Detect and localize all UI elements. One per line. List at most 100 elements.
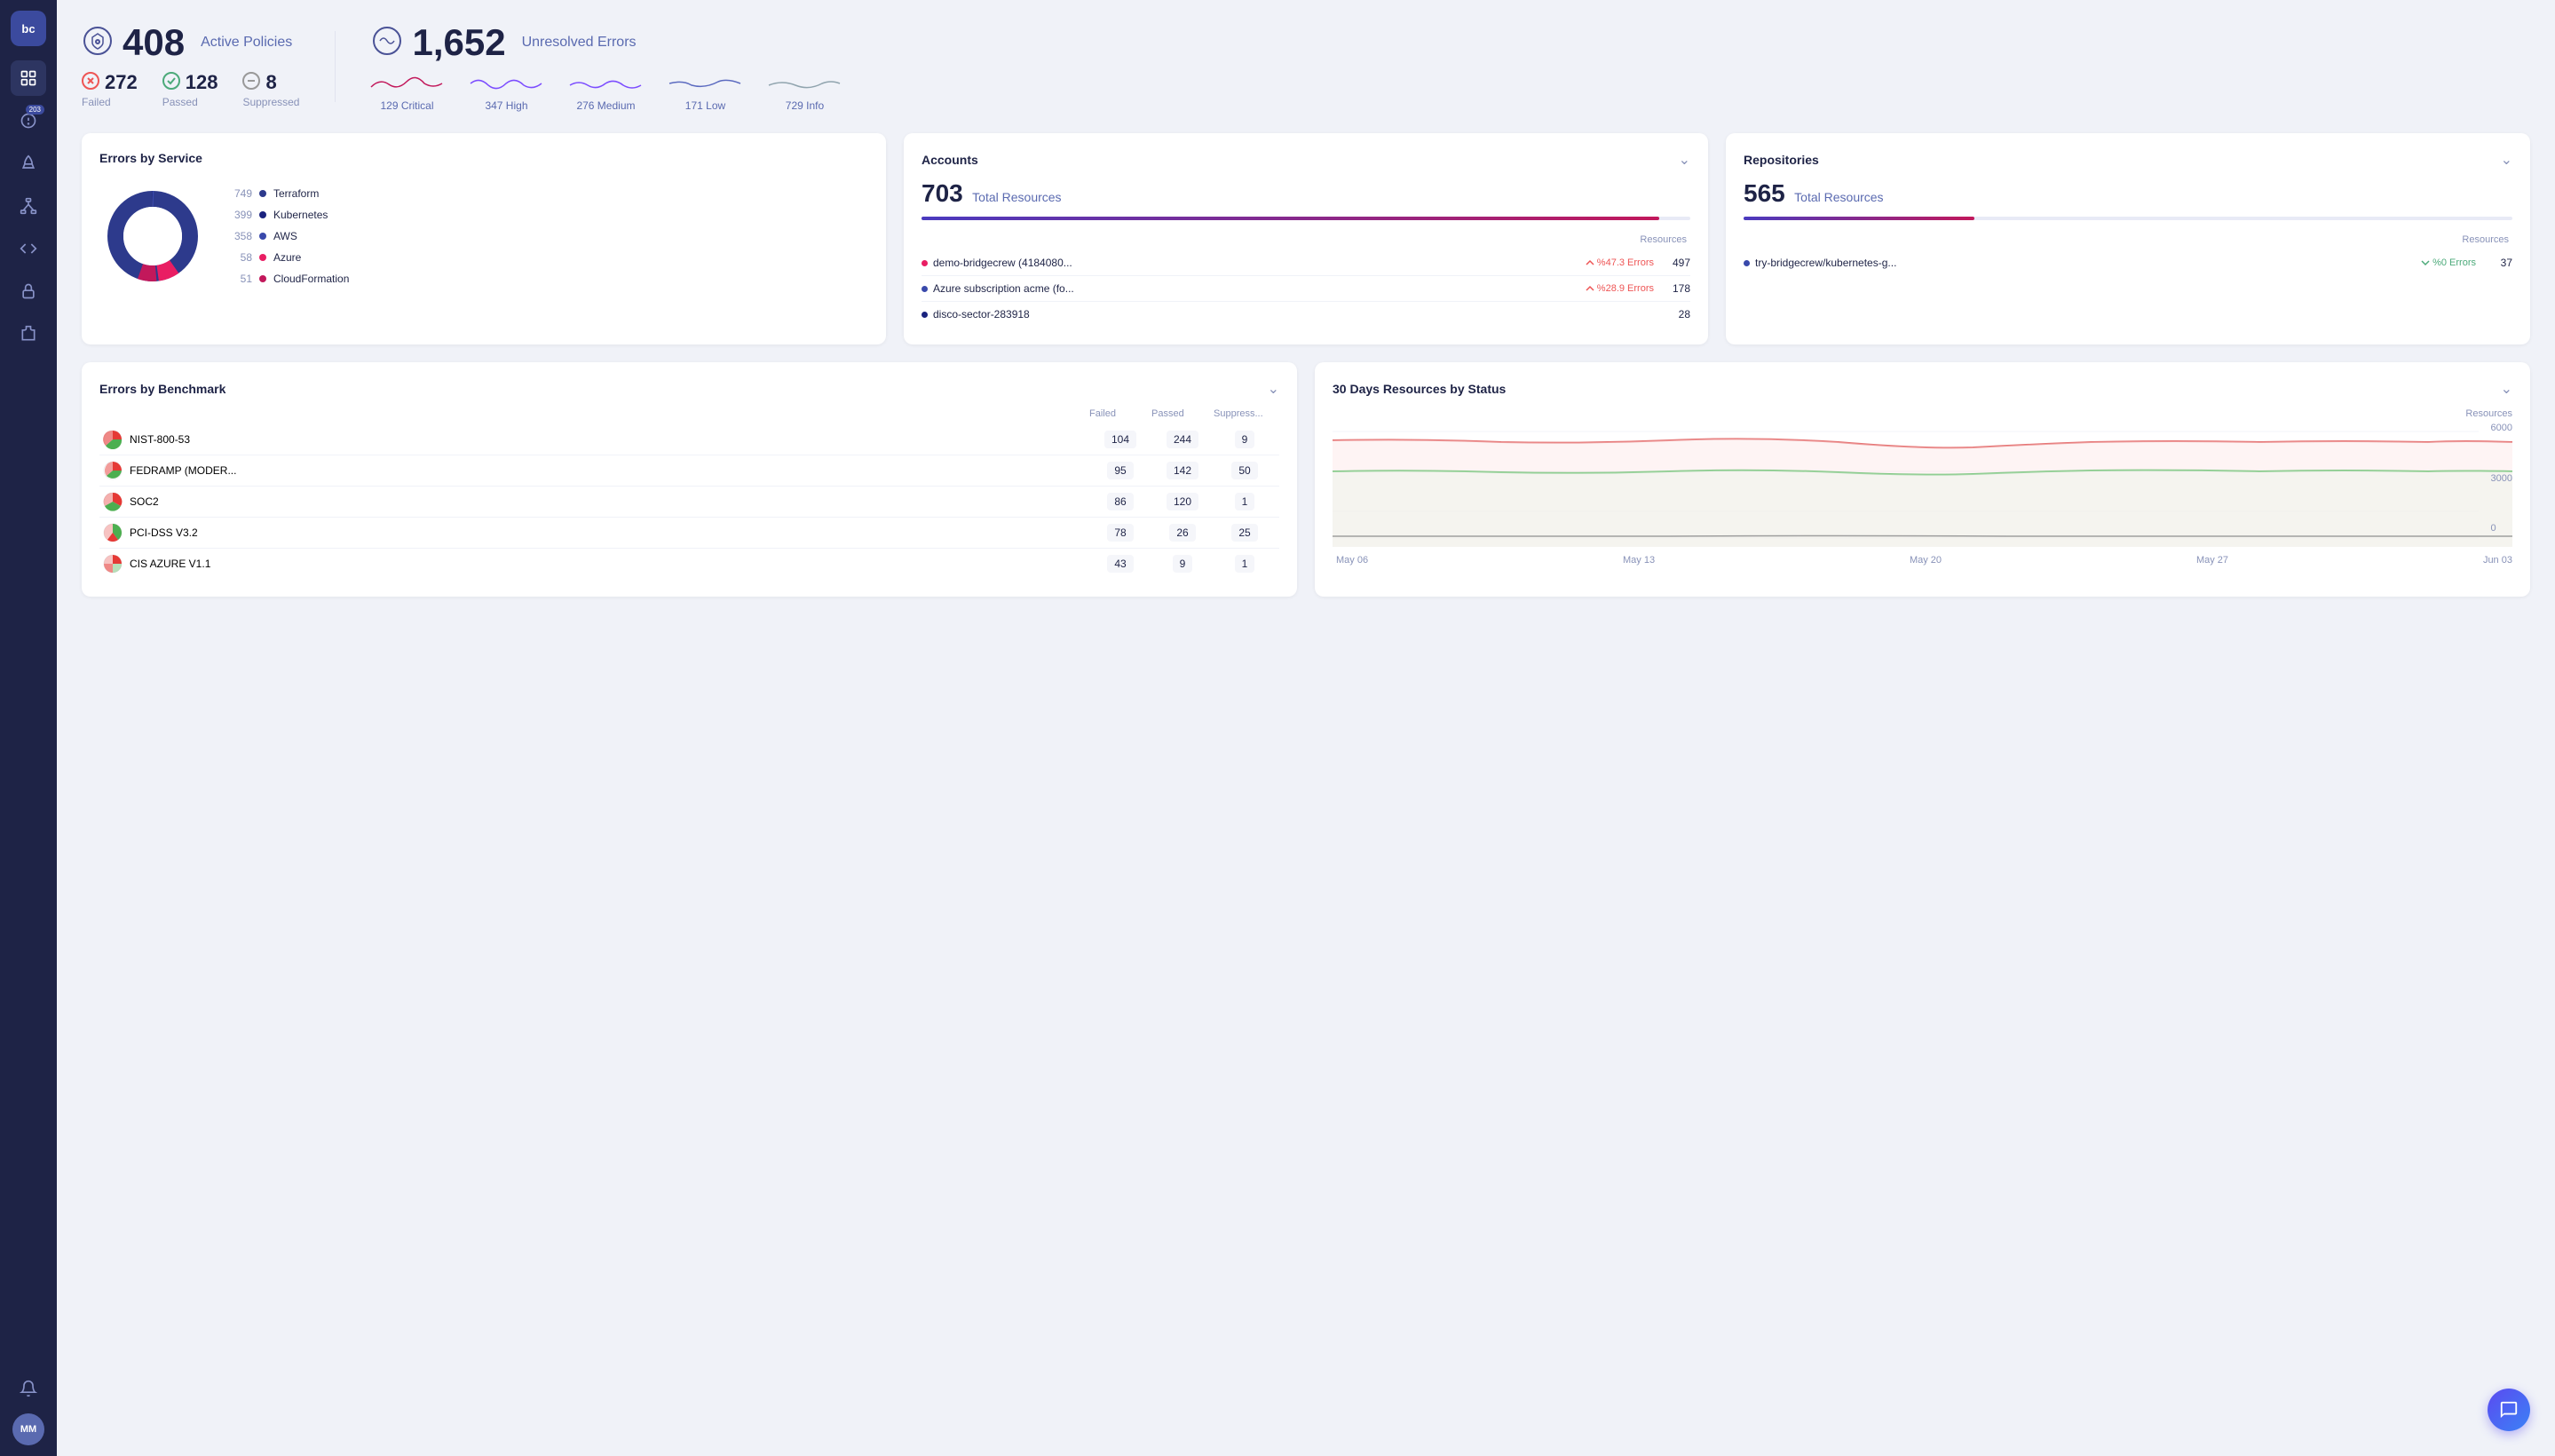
fedramp-failed: 95	[1107, 462, 1133, 479]
x-label-1: May 13	[1623, 555, 1655, 566]
repos-resources-header: Resources	[2462, 234, 2509, 245]
sidebar-item-alerts[interactable]: 203	[11, 103, 46, 138]
resources-status-label: Resources	[1333, 408, 2512, 419]
sidebar-item-bell[interactable]	[11, 1371, 46, 1406]
account-row-2[interactable]: disco-sector-283918 28	[922, 302, 1690, 327]
sidebar-item-rocket[interactable]	[11, 146, 46, 181]
nist-failed: 104	[1104, 431, 1136, 448]
accounts-total-row: 703 Total Resources	[922, 179, 1690, 208]
x-label-3: May 27	[2196, 555, 2228, 566]
legend-kubernetes: 399 Kubernetes	[227, 209, 349, 221]
suppressed-stat: 8 Suppressed	[242, 71, 299, 108]
medium-label: 276 Medium	[576, 99, 635, 112]
account-row-1[interactable]: Azure subscription acme (fo... %28.9 Err…	[922, 276, 1690, 302]
y-label-3000: 3000	[2491, 473, 2512, 484]
suppress-icon	[242, 72, 260, 94]
stat-divider	[335, 31, 336, 102]
nist-passed: 244	[1167, 431, 1198, 448]
low-label: 171 Low	[685, 99, 725, 112]
cis-passed: 9	[1173, 555, 1193, 573]
repositories-card: Repositories ⌄ 565 Total Resources Resou…	[1726, 133, 2530, 344]
fedramp-passed: 142	[1167, 462, 1198, 479]
sidebar-item-network[interactable]	[11, 188, 46, 224]
user-avatar[interactable]: MM	[12, 1413, 44, 1445]
repo-row-0[interactable]: try-bridgecrew/kubernetes-g... %0 Errors…	[1744, 250, 2512, 275]
azure-count: 58	[227, 251, 252, 264]
policies-count: 408	[123, 21, 185, 64]
repos-chevron[interactable]: ⌄	[2501, 151, 2512, 169]
aws-dot	[259, 233, 266, 240]
benchmark-row-cis[interactable]: CIS AZURE V1.1 43 9 1	[99, 549, 1279, 579]
benchmark-row-pci[interactable]: PCI-DSS V3.2 78 26 25	[99, 518, 1279, 549]
app-logo[interactable]: bc	[11, 11, 46, 46]
suppressed-count: 8	[265, 71, 276, 94]
chart-y-labels: 6000 3000 0	[2491, 423, 2512, 534]
errors-service-title: Errors by Service	[99, 151, 202, 165]
terraform-label: Terraform	[273, 187, 319, 200]
account-count-0: 497	[1659, 257, 1690, 269]
critical-label: 129 Critical	[380, 99, 433, 112]
cards-row-1: Errors by Service	[82, 133, 2530, 344]
azure-dot	[259, 254, 266, 261]
donut-legend: 749 Terraform 399 Kubernetes 358 AWS	[227, 187, 349, 285]
pci-icon	[103, 523, 123, 542]
x-label-2: May 20	[1910, 555, 1942, 566]
repos-table-header: Resources	[1744, 234, 2512, 245]
pci-suppressed: 25	[1231, 524, 1257, 542]
soc2-passed: 120	[1167, 493, 1198, 510]
account-dot-0	[922, 260, 928, 266]
pci-name: PCI-DSS V3.2	[130, 526, 198, 539]
severity-row: 129 Critical 347 High 276 Medium	[371, 71, 840, 112]
line-chart-container: 6000 3000 0	[1333, 423, 2512, 551]
cf-count: 51	[227, 273, 252, 285]
legend-azure: 58 Azure	[227, 251, 349, 264]
errors-icon	[371, 25, 403, 61]
pass-icon	[162, 72, 180, 94]
benchmark-col-suppressed: Suppress...	[1214, 408, 1276, 419]
sidebar-item-lock[interactable]	[11, 273, 46, 309]
medium-severity: 276 Medium	[570, 71, 641, 112]
alert-badge: 203	[26, 105, 44, 115]
cis-icon	[103, 554, 123, 574]
accounts-resources-header: Resources	[1640, 234, 1687, 245]
repos-progress-track	[1744, 217, 2512, 220]
account-row-0[interactable]: demo-bridgecrew (4184080... %47.3 Errors…	[922, 250, 1690, 276]
chart-x-labels: May 06 May 13 May 20 May 27 Jun 03	[1333, 555, 2512, 566]
repos-title: Repositories	[1744, 153, 1819, 167]
accounts-chevron[interactable]: ⌄	[1679, 151, 1690, 169]
accounts-total-label: Total Resources	[972, 190, 1061, 204]
terraform-dot	[259, 190, 266, 197]
account-name-0: demo-bridgecrew (4184080...	[933, 257, 1580, 269]
sidebar-item-dashboard[interactable]	[11, 60, 46, 96]
failed-stat: 272 Failed	[82, 71, 138, 108]
benchmark-col-passed: Passed	[1151, 408, 1214, 419]
resources-chevron[interactable]: ⌄	[2501, 380, 2512, 398]
repos-total: 565	[1744, 179, 1785, 207]
low-severity: 171 Low	[669, 71, 740, 112]
repo-count-0: 37	[2481, 257, 2512, 269]
repo-errors-0: %0 Errors	[2421, 257, 2476, 268]
benchmark-row-nist[interactable]: NIST-800-53 104 244 9	[99, 424, 1279, 455]
repos-total-row: 565 Total Resources	[1744, 179, 2512, 208]
cf-label: CloudFormation	[273, 273, 349, 285]
soc2-suppressed: 1	[1235, 493, 1255, 510]
failed-count: 272	[105, 71, 138, 94]
benchmark-card: Errors by Benchmark ⌄ Failed Passed Supp…	[82, 362, 1297, 597]
fedramp-suppressed: 50	[1231, 462, 1257, 479]
benchmark-title: Errors by Benchmark	[99, 382, 225, 396]
benchmark-row-soc2[interactable]: SOC2 86 120 1	[99, 487, 1279, 518]
benchmark-chevron[interactable]: ⌄	[1268, 380, 1279, 398]
cards-row-2: Errors by Benchmark ⌄ Failed Passed Supp…	[82, 362, 2530, 597]
benchmark-row-fedramp[interactable]: FEDRAMP (MODER... 95 142 50	[99, 455, 1279, 487]
errors-by-service-card: Errors by Service	[82, 133, 886, 344]
sidebar-item-puzzle[interactable]	[11, 316, 46, 352]
errors-label: Unresolved Errors	[522, 35, 637, 51]
errors-block: 1,652 Unresolved Errors 129 Critical 347…	[371, 21, 840, 112]
nist-name: NIST-800-53	[130, 433, 190, 446]
soc2-icon	[103, 492, 123, 511]
sidebar-item-code[interactable]	[11, 231, 46, 266]
donut-container: 749 Terraform 399 Kubernetes 358 AWS	[99, 176, 868, 289]
sidebar: bc 203	[0, 0, 57, 1456]
chat-button[interactable]	[2488, 1389, 2530, 1431]
policies-block: 408 Active Policies 272 Failed	[82, 21, 299, 108]
